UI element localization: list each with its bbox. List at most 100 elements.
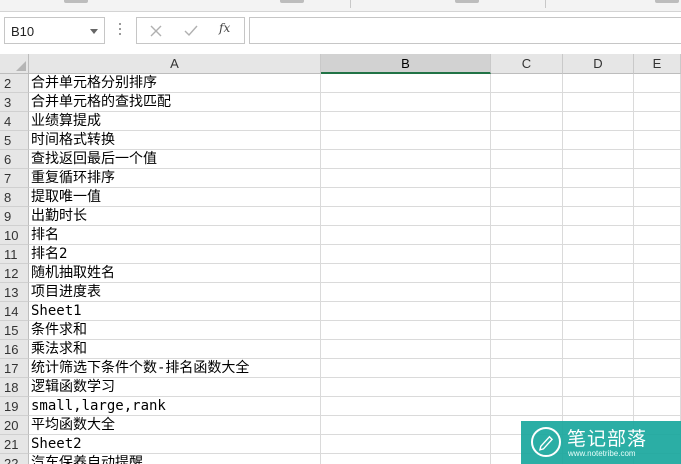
- row-header[interactable]: 11: [0, 245, 29, 264]
- cell-d[interactable]: [563, 169, 634, 188]
- row-header[interactable]: 14: [0, 302, 29, 321]
- cell-c[interactable]: [491, 112, 563, 131]
- cell-b[interactable]: [321, 378, 491, 397]
- column-header-d[interactable]: D: [563, 54, 634, 74]
- cell-c[interactable]: [491, 226, 563, 245]
- cell-e[interactable]: [634, 378, 681, 397]
- cell-b[interactable]: [321, 454, 491, 464]
- row-header[interactable]: 21: [0, 435, 29, 454]
- cell-a[interactable]: 随机抽取姓名: [29, 264, 321, 283]
- insert-function-icon[interactable]: fx: [219, 21, 230, 35]
- cell-b[interactable]: [321, 321, 491, 340]
- cell-b[interactable]: [321, 112, 491, 131]
- cell-a[interactable]: 条件求和: [29, 321, 321, 340]
- cell-d[interactable]: [563, 359, 634, 378]
- row-header[interactable]: 13: [0, 283, 29, 302]
- cell-d[interactable]: [563, 264, 634, 283]
- cell-b[interactable]: [321, 150, 491, 169]
- row-header[interactable]: 6: [0, 150, 29, 169]
- cell-b[interactable]: [321, 397, 491, 416]
- cell-d[interactable]: [563, 378, 634, 397]
- more-dots-icon[interactable]: [118, 23, 122, 37]
- cell-b[interactable]: [321, 283, 491, 302]
- cell-d[interactable]: [563, 340, 634, 359]
- cell-e[interactable]: [634, 283, 681, 302]
- row-header[interactable]: 12: [0, 264, 29, 283]
- cell-c[interactable]: [491, 188, 563, 207]
- cell-c[interactable]: [491, 245, 563, 264]
- cell-a[interactable]: 统计筛选下条件个数-排名函数大全: [29, 359, 321, 378]
- cell-a[interactable]: 业绩算提成: [29, 112, 321, 131]
- cell-a[interactable]: 平均函数大全: [29, 416, 321, 435]
- cell-a[interactable]: 乘法求和: [29, 340, 321, 359]
- cell-a[interactable]: Sheet2: [29, 435, 321, 454]
- cell-e[interactable]: [634, 112, 681, 131]
- cell-c[interactable]: [491, 264, 563, 283]
- cell-e[interactable]: [634, 264, 681, 283]
- cell-c[interactable]: [491, 321, 563, 340]
- cell-d[interactable]: [563, 397, 634, 416]
- cell-d[interactable]: [563, 226, 634, 245]
- row-header[interactable]: 8: [0, 188, 29, 207]
- column-header-b[interactable]: B: [321, 54, 491, 74]
- cell-e[interactable]: [634, 302, 681, 321]
- row-header[interactable]: 17: [0, 359, 29, 378]
- cell-a[interactable]: Sheet1: [29, 302, 321, 321]
- cell-c[interactable]: [491, 283, 563, 302]
- cell-a[interactable]: 排名: [29, 226, 321, 245]
- cell-d[interactable]: [563, 321, 634, 340]
- cell-a[interactable]: 查找返回最后一个值: [29, 150, 321, 169]
- row-header[interactable]: 5: [0, 131, 29, 150]
- row-header[interactable]: 19: [0, 397, 29, 416]
- cell-a[interactable]: 项目进度表: [29, 283, 321, 302]
- cell-c[interactable]: [491, 378, 563, 397]
- cell-c[interactable]: [491, 131, 563, 150]
- cell-d[interactable]: [563, 188, 634, 207]
- row-header[interactable]: 9: [0, 207, 29, 226]
- cell-c[interactable]: [491, 397, 563, 416]
- cell-a[interactable]: 合并单元格的查找匹配: [29, 93, 321, 112]
- cell-c[interactable]: [491, 169, 563, 188]
- cell-a[interactable]: 提取唯一值: [29, 188, 321, 207]
- cell-e[interactable]: [634, 188, 681, 207]
- cell-d[interactable]: [563, 131, 634, 150]
- row-header[interactable]: 3: [0, 93, 29, 112]
- row-header[interactable]: 4: [0, 112, 29, 131]
- cell-d[interactable]: [563, 283, 634, 302]
- cell-a[interactable]: small,large,rank: [29, 397, 321, 416]
- cell-a[interactable]: 出勤时长: [29, 207, 321, 226]
- cell-d[interactable]: [563, 150, 634, 169]
- name-box[interactable]: B10: [4, 17, 105, 44]
- cell-e[interactable]: [634, 131, 681, 150]
- cell-c[interactable]: [491, 359, 563, 378]
- cell-b[interactable]: [321, 340, 491, 359]
- row-header[interactable]: 7: [0, 169, 29, 188]
- cell-e[interactable]: [634, 397, 681, 416]
- row-header[interactable]: 10: [0, 226, 29, 245]
- chevron-down-icon[interactable]: [90, 29, 98, 34]
- cell-a[interactable]: 时间格式转换: [29, 131, 321, 150]
- cell-d[interactable]: [563, 93, 634, 112]
- cell-d[interactable]: [563, 74, 634, 93]
- cell-c[interactable]: [491, 150, 563, 169]
- cancel-icon[interactable]: [147, 22, 165, 40]
- cell-c[interactable]: [491, 207, 563, 226]
- cell-e[interactable]: [634, 245, 681, 264]
- cell-b[interactable]: [321, 169, 491, 188]
- cell-e[interactable]: [634, 226, 681, 245]
- cell-c[interactable]: [491, 74, 563, 93]
- cell-c[interactable]: [491, 302, 563, 321]
- row-header[interactable]: 16: [0, 340, 29, 359]
- cell-c[interactable]: [491, 340, 563, 359]
- cell-d[interactable]: [563, 302, 634, 321]
- cell-e[interactable]: [634, 74, 681, 93]
- cell-b[interactable]: [321, 416, 491, 435]
- cell-b[interactable]: [321, 188, 491, 207]
- cell-a[interactable]: 合并单元格分别排序: [29, 74, 321, 93]
- cell-e[interactable]: [634, 169, 681, 188]
- check-icon[interactable]: [182, 22, 200, 40]
- cell-d[interactable]: [563, 207, 634, 226]
- cell-b[interactable]: [321, 207, 491, 226]
- cell-b[interactable]: [321, 245, 491, 264]
- cell-e[interactable]: [634, 359, 681, 378]
